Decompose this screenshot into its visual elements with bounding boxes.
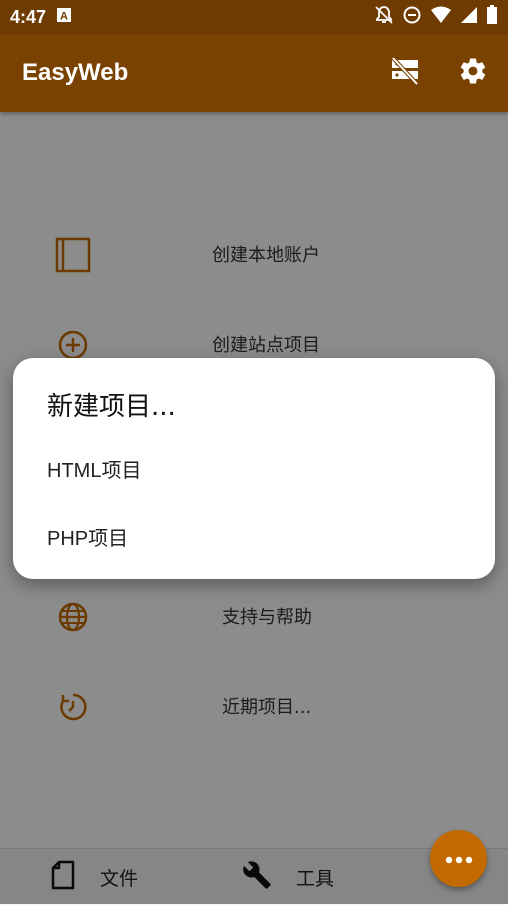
server-off-icon[interactable] [390, 56, 420, 90]
dialog-option-html[interactable]: HTML项目 [47, 454, 141, 483]
app-bar: EasyWeb [0, 34, 508, 112]
signal-icon [460, 6, 478, 29]
settings-icon[interactable] [458, 56, 488, 90]
wifi-icon [430, 6, 452, 29]
status-time: 4:47 [10, 6, 47, 27]
new-project-dialog: 新建项目... HTML项目 PHP项目 [13, 358, 495, 579]
bell-off-icon [374, 5, 394, 30]
battery-icon [486, 4, 498, 30]
dialog-option-php[interactable]: PHP项目 [47, 522, 128, 551]
app-title: EasyWeb [22, 59, 129, 86]
svg-text:A: A [60, 10, 68, 22]
more-horizontal-icon [444, 849, 474, 868]
dialog-title: 新建项目... [47, 392, 176, 422]
a-notification-icon: A [56, 7, 72, 28]
status-bar: 4:47 A [0, 0, 508, 34]
do-not-disturb-icon [402, 5, 422, 30]
more-fab-button[interactable] [430, 830, 487, 887]
